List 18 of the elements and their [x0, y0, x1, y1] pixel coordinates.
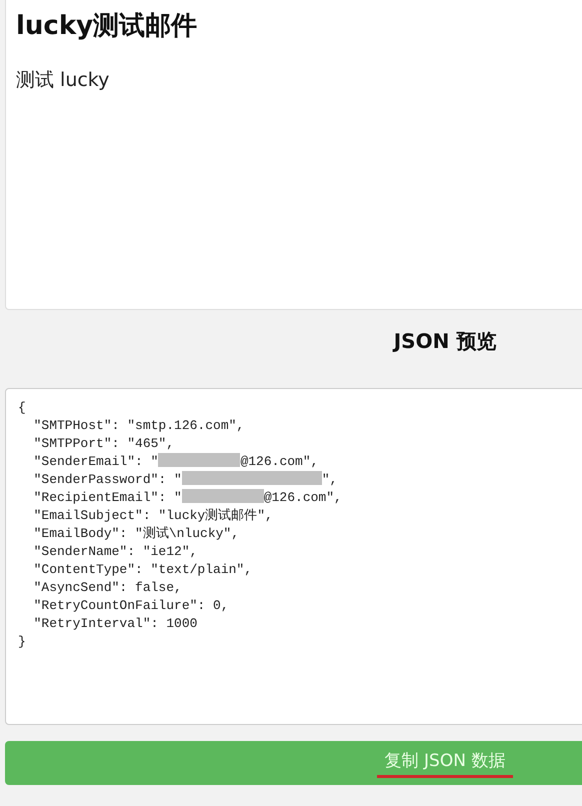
section-heading: JSON 预览 — [394, 329, 496, 353]
code-line: "SMTPHost": "smtp.126.com", — [32, 417, 246, 435]
code-line: "RetryInterval": 1000 — [32, 615, 198, 633]
code-line: "SenderName": "ie12", — [32, 543, 198, 561]
code-line: "ContentType": "text/plain", — [32, 561, 254, 579]
code-line: "AsyncSend": false, — [32, 579, 183, 597]
copy-json-button[interactable]: 复制 JSON 数据 — [5, 741, 582, 785]
code-line: "SMTPPort": "465", — [32, 435, 176, 453]
code-line: "EmailSubject": "lucky测试邮件", — [32, 507, 274, 525]
code-line: "EmailBody": "测试\nlucky", — [32, 525, 240, 543]
code-line: "SenderPassword": " ", — [32, 471, 338, 489]
code-line: "RetryCountOnFailure": 0, — [32, 597, 230, 615]
email-title: lucky测试邮件 — [16, 10, 198, 43]
code-line: "RecipientEmail": " @126.com", — [32, 489, 343, 507]
email-body: 测试 lucky — [16, 68, 110, 93]
code-line: } — [18, 633, 27, 651]
code-line: "SenderEmail": " @126.com", — [32, 453, 320, 471]
code-line: { — [18, 399, 27, 417]
